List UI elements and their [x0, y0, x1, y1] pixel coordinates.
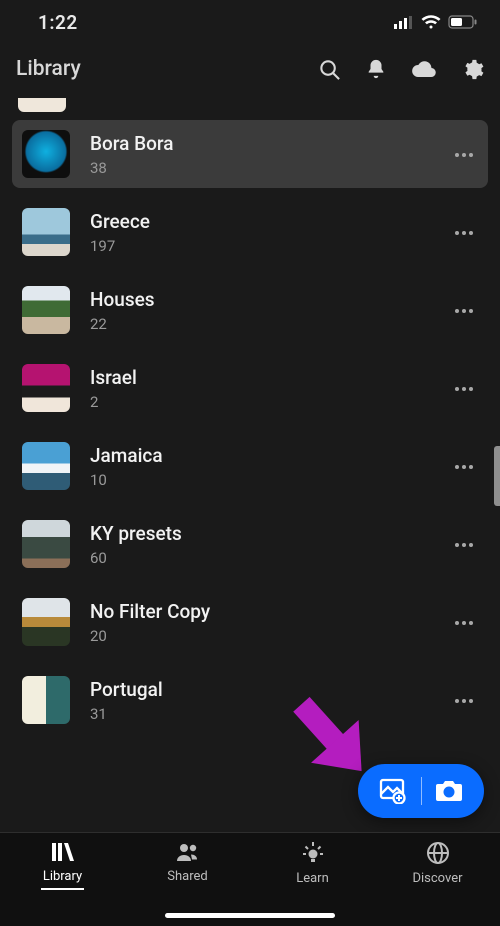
battery-icon	[448, 15, 478, 29]
album-count: 22	[90, 315, 450, 333]
fab-divider	[421, 777, 422, 805]
search-icon[interactable]	[318, 58, 341, 81]
album-more-button[interactable]	[450, 457, 478, 476]
album-title: No Filter Copy	[90, 600, 450, 623]
tab-label: Shared	[167, 869, 207, 884]
album-count: 2	[90, 393, 450, 411]
album-more-button[interactable]	[450, 535, 478, 554]
album-thumbnail	[22, 130, 70, 178]
album-row[interactable]: Houses 22	[12, 276, 488, 344]
album-text: No Filter Copy 20	[90, 600, 450, 645]
album-more-button[interactable]	[450, 379, 478, 398]
album-title: Portugal	[90, 678, 450, 701]
bell-icon[interactable]	[365, 58, 387, 80]
album-row[interactable]: Portugal 31	[12, 666, 488, 734]
album-thumbnail	[22, 286, 70, 334]
album-more-button[interactable]	[450, 223, 478, 242]
status-bar: 1:22	[0, 0, 500, 44]
album-row[interactable]: Greece 197	[12, 198, 488, 266]
album-thumbnail	[22, 676, 70, 724]
scroll-indicator[interactable]	[494, 446, 500, 506]
album-more-button[interactable]	[450, 145, 478, 164]
cellular-icon	[394, 16, 414, 29]
add-fab	[358, 764, 484, 818]
album-more-button[interactable]	[450, 301, 478, 320]
bulb-icon	[300, 841, 326, 865]
people-icon	[175, 841, 201, 863]
album-count: 197	[90, 237, 450, 255]
album-title: Israel	[90, 366, 450, 389]
tab-library[interactable]: Library	[0, 841, 125, 926]
camera-icon[interactable]	[434, 779, 464, 803]
library-icon	[50, 841, 76, 863]
album-count: 60	[90, 549, 450, 567]
album-row[interactable]: KY presets 60	[12, 510, 488, 578]
album-title: Greece	[90, 210, 450, 233]
album-text: Greece 197	[90, 210, 450, 255]
album-text: Jamaica 10	[90, 444, 450, 489]
album-text: Israel 2	[90, 366, 450, 411]
album-thumbnail	[22, 208, 70, 256]
album-thumbnail	[22, 520, 70, 568]
album-text: Portugal 31	[90, 678, 450, 723]
album-count: 31	[90, 705, 450, 723]
tab-label: Learn	[296, 871, 329, 886]
status-icons	[394, 15, 478, 29]
album-list: Bora Bora 38 Greece 197 Houses 22 Israel 2 Jamai…	[0, 94, 500, 734]
album-count: 20	[90, 627, 450, 645]
album-text: KY presets 60	[90, 522, 450, 567]
album-title: Bora Bora	[90, 132, 450, 155]
add-photo-icon[interactable]	[379, 778, 409, 804]
tab-discover[interactable]: Discover	[375, 841, 500, 926]
album-row[interactable]: Jamaica 10	[12, 432, 488, 500]
app-header: Library	[0, 44, 500, 94]
album-row[interactable]: No Filter Copy 20	[12, 588, 488, 656]
album-more-button[interactable]	[450, 691, 478, 710]
album-thumbnail	[18, 98, 66, 112]
album-count: 38	[90, 159, 450, 177]
album-title: KY presets	[90, 522, 450, 545]
bottom-tabbar: Library Shared Learn Discover	[0, 832, 500, 926]
album-thumbnail	[22, 598, 70, 646]
home-indicator[interactable]	[165, 913, 335, 918]
album-more-button[interactable]	[450, 613, 478, 632]
tab-label: Discover	[412, 871, 462, 886]
globe-icon	[426, 841, 450, 865]
cloud-icon[interactable]	[411, 60, 437, 78]
album-text: Houses 22	[90, 288, 450, 333]
album-row-partial[interactable]	[18, 98, 482, 112]
album-row[interactable]: Bora Bora 38	[12, 120, 488, 188]
tab-label: Library	[43, 869, 82, 884]
gear-icon[interactable]	[461, 58, 484, 81]
album-thumbnail	[22, 364, 70, 412]
album-title: Jamaica	[90, 444, 450, 467]
wifi-icon	[421, 15, 441, 29]
album-row[interactable]: Israel 2	[12, 354, 488, 422]
page-title: Library	[16, 57, 318, 81]
status-time: 1:22	[38, 11, 78, 34]
album-title: Houses	[90, 288, 450, 311]
album-thumbnail	[22, 442, 70, 490]
album-text: Bora Bora 38	[90, 132, 450, 177]
album-count: 10	[90, 471, 450, 489]
